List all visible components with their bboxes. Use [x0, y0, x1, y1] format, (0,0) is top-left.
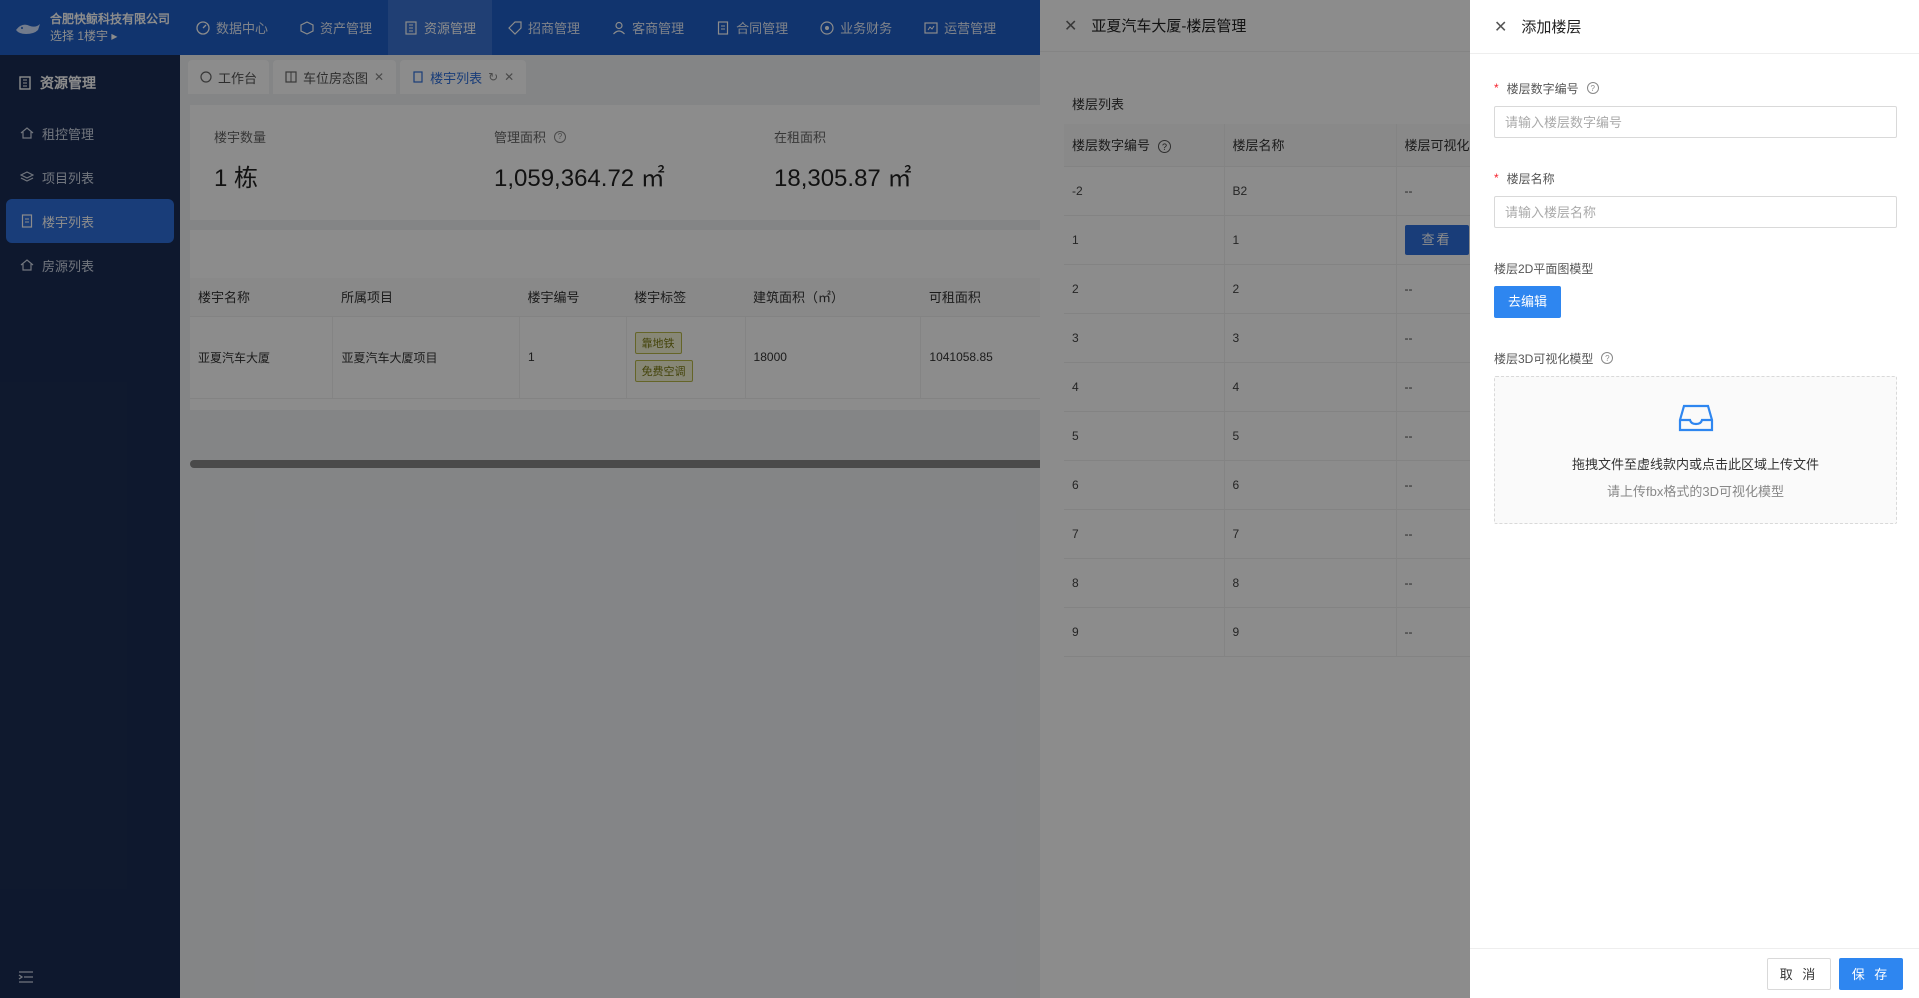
upload-dropzone[interactable]: 拖拽文件至虚线款内或点击此区域上传文件 请上传fbx格式的3D可视化模型 — [1494, 376, 1897, 524]
upload-hint: 请上传fbx格式的3D可视化模型 — [1607, 484, 1784, 499]
help-icon[interactable]: ? — [1586, 82, 1599, 94]
required-mark: * — [1494, 171, 1499, 185]
field-label-text: 楼层3D可视化模型 — [1494, 351, 1594, 366]
drawer-mask[interactable] — [1040, 0, 1470, 998]
help-icon[interactable]: ? — [1601, 352, 1614, 364]
add-floor-form: *楼层数字编号? *楼层名称 楼层2D平面图模型 去编辑 楼层3D可视化模型? … — [1494, 78, 1897, 524]
floor-name-input[interactable] — [1494, 196, 1897, 228]
field-label: * 楼层数字编号? — [1494, 78, 1897, 98]
required-mark: * — [1494, 81, 1499, 95]
add-floor-drawer: ✕ 添加楼层 * 楼层数字编号? * 楼层名称 楼层2D平面图模型 去编辑 楼层3D… — [1470, 0, 1919, 998]
field-label: * 楼层名称 — [1494, 168, 1897, 188]
save-button[interactable]: 保 存 — [1839, 957, 1903, 990]
field-label: 楼层3D可视化模型? — [1494, 348, 1897, 368]
close-icon[interactable]: ✕ — [1494, 17, 1507, 37]
drawer-header: ✕ 添加楼层 — [1470, 0, 1919, 54]
drawer-title: 添加楼层 — [1521, 19, 1582, 36]
field-label-text: 楼层名称 — [1506, 171, 1555, 186]
field-label: 楼层2D平面图模型 — [1494, 261, 1594, 276]
field-label-text: 楼层数字编号 — [1506, 81, 1579, 96]
cancel-button[interactable]: 取 消 — [1767, 957, 1831, 990]
floor-number-input[interactable] — [1494, 106, 1897, 138]
drawer-footer: 取 消 保 存 — [1470, 948, 1919, 998]
inbox-icon — [1678, 404, 1713, 432]
edit-2d-plan-button[interactable]: 去编辑 — [1494, 286, 1562, 318]
upload-text: 拖拽文件至虚线款内或点击此区域上传文件 — [1571, 457, 1819, 472]
